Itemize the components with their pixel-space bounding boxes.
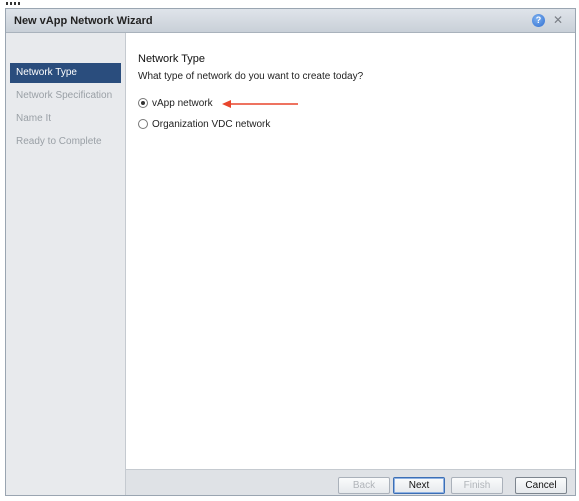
back-button[interactable]: Back <box>338 477 390 494</box>
close-icon[interactable]: ✕ <box>551 13 565 27</box>
vapp-network-radio[interactable] <box>138 98 148 108</box>
network-type-question: What type of network do you want to crea… <box>138 71 364 82</box>
wizard-step-name-it: Name It <box>16 113 52 124</box>
wizard-content: Network Type What type of network do you… <box>126 33 575 469</box>
vapp-network-label: vApp network <box>152 97 213 109</box>
wizard-steps-sidebar: Network Type Network Specification Name … <box>6 33 126 495</box>
wizard-step-ready-to-complete: Ready to Complete <box>16 136 102 147</box>
help-icon[interactable]: ? <box>532 14 545 27</box>
option-org-vdc-network[interactable]: Organization VDC network <box>138 117 270 131</box>
dialog-title: New vApp Network Wizard <box>14 15 153 27</box>
org-vdc-network-label: Organization VDC network <box>152 118 271 130</box>
menu-dots-icon <box>6 2 20 5</box>
dialog-titlebar: New vApp Network Wizard ? ✕ <box>6 9 575 33</box>
wizard-step-network-type[interactable]: Network Type <box>10 63 121 83</box>
option-vapp-network[interactable]: vApp network <box>138 96 213 110</box>
page-title: Network Type <box>138 53 206 65</box>
next-button[interactable]: Next <box>393 477 445 494</box>
org-vdc-network-radio[interactable] <box>138 119 148 129</box>
wizard-step-network-specification: Network Specification <box>16 90 113 101</box>
window-top-strip <box>0 0 579 8</box>
wizard-dialog: New vApp Network Wizard ? ✕ Network Type… <box>5 8 576 496</box>
annotation-arrow-icon <box>222 100 298 108</box>
cancel-button[interactable]: Cancel <box>515 477 567 494</box>
finish-button[interactable]: Finish <box>451 477 503 494</box>
